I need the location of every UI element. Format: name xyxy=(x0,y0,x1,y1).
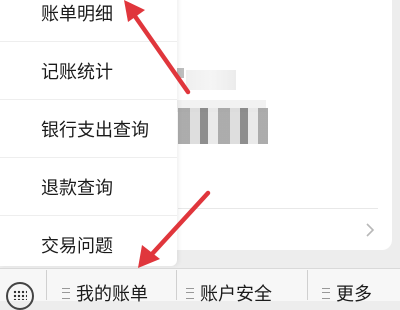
menu-item-label: 账单明细 xyxy=(41,3,113,25)
menu-item-bank-expense-query[interactable]: 银行支出查询 xyxy=(0,100,177,158)
menu-item-accounting-stats[interactable]: 记账统计 xyxy=(0,42,177,100)
blurred-content xyxy=(186,70,236,90)
tab-my-bills[interactable]: 我的账单 xyxy=(62,283,148,305)
menu-lines-icon xyxy=(62,287,70,299)
menu-lines-icon xyxy=(322,287,330,299)
menu-item-transaction-issues[interactable]: 交易问题 xyxy=(0,216,177,274)
blurred-content xyxy=(178,108,268,144)
menu-lines-icon xyxy=(186,287,194,299)
tab-more[interactable]: 更多 xyxy=(322,283,372,305)
tab-label: 账户安全 xyxy=(200,284,272,305)
tab-separator xyxy=(176,270,177,300)
popup-menu: 账单明细 记账统计 银行支出查询 退款查询 交易问题 xyxy=(0,0,177,266)
tab-separator xyxy=(46,270,47,300)
menu-item-label: 交易问题 xyxy=(41,236,113,257)
menu-item-label: 退款查询 xyxy=(41,177,113,199)
menu-item-label: 银行支出查询 xyxy=(41,119,149,141)
tab-label: 更多 xyxy=(336,284,372,305)
tab-account-security[interactable]: 账户安全 xyxy=(186,283,272,305)
keyboard-icon[interactable] xyxy=(6,282,34,310)
tab-label: 我的账单 xyxy=(76,284,148,305)
tab-separator xyxy=(307,270,308,300)
chevron-right-icon[interactable] xyxy=(363,222,377,238)
menu-item-label: 记账统计 xyxy=(41,61,113,83)
menu-item-bill-details[interactable]: 账单明细 xyxy=(0,0,177,42)
menu-item-refund-query[interactable]: 退款查询 xyxy=(0,158,177,216)
divider xyxy=(178,208,378,209)
blurred-content xyxy=(176,68,184,78)
